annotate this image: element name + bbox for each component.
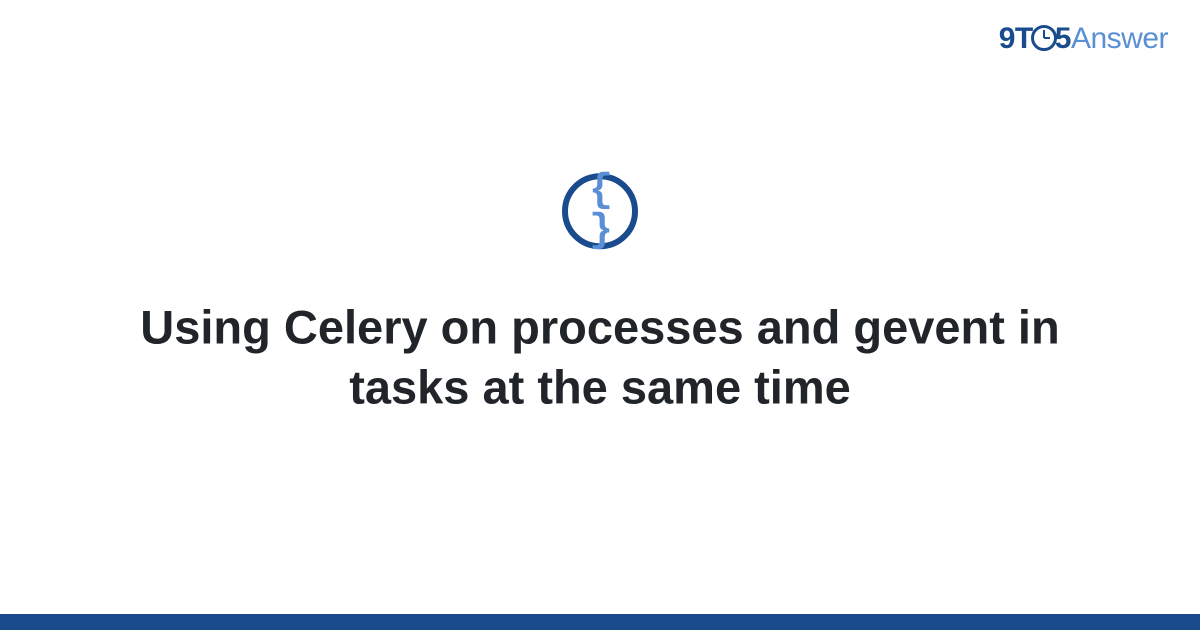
footer-accent-bar xyxy=(0,614,1200,630)
site-logo: 9T 5Answer xyxy=(999,22,1168,56)
logo-text-5: 5 xyxy=(1055,22,1071,55)
logo-text-9t: 9T xyxy=(999,22,1033,55)
clock-icon xyxy=(1031,25,1057,51)
category-badge: { } xyxy=(562,173,638,249)
logo-text-answer: Answer xyxy=(1071,22,1168,55)
question-title: Using Celery on processes and gevent in … xyxy=(0,297,1200,417)
main-content: { } Using Celery on processes and gevent… xyxy=(0,173,1200,417)
code-braces-icon: { } xyxy=(568,171,632,251)
